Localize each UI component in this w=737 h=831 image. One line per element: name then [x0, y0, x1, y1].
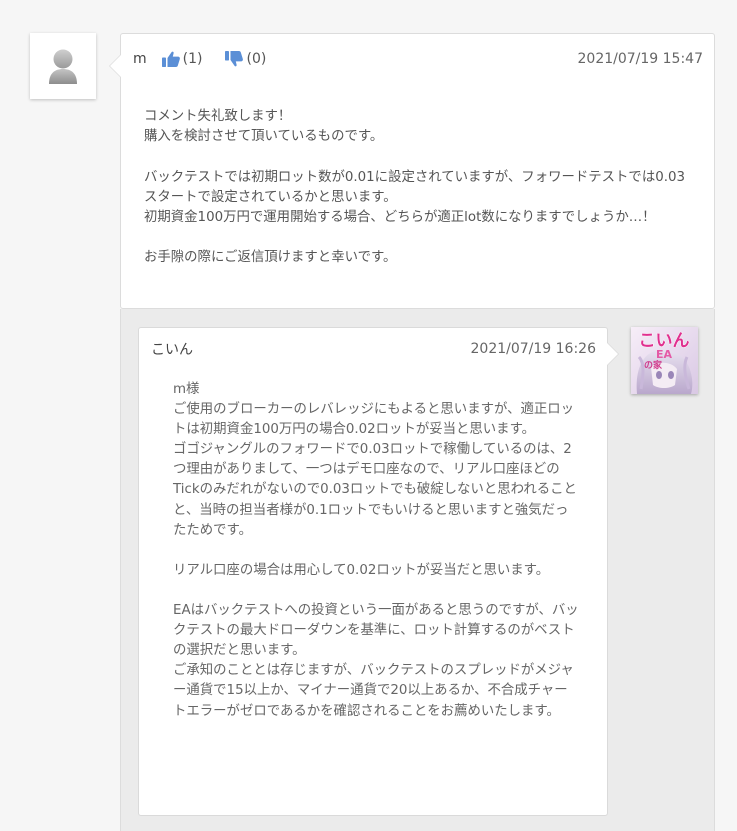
comment-paragraph: お手隙の際にご返信頂けますと幸いです。 — [144, 250, 397, 266]
reply-timestamp: 2021/07/19 16:26 — [470, 341, 597, 357]
dislike-button[interactable]: (0) — [224, 50, 266, 68]
comment-card: m (1) (0) 2021/07/19 15:47 コメント失礼致します！ 購… — [109, 33, 715, 309]
comment-body: コメント失礼致します！ 購入を検討させて頂いているものです。 バックテストでは初… — [144, 107, 696, 269]
reply-body: m様 ご使用のブローカーのレバレッジにもよると思いますが、適正ロットは初期資金1… — [173, 380, 581, 722]
reply-paragraph: EAはバックテストへの投資という一面があると思うのですが、バックテストの最大ドロ… — [173, 603, 579, 719]
reply-author: こいん — [151, 342, 193, 358]
svg-text:EA: EA — [656, 348, 673, 361]
reply-card: こいん 2021/07/19 16:26 m様 ご使用のブローカーのレバレッジに… — [138, 327, 619, 816]
comment-header: m (1) (0) 2021/07/19 15:47 — [133, 48, 703, 70]
like-button[interactable]: (1) — [161, 50, 203, 68]
seller-logo-image: こいん EA の家 — [631, 327, 698, 394]
comment-thread: m (1) (0) 2021/07/19 15:47 コメント失礼致します！ 購… — [0, 0, 737, 831]
reply-paragraph: リアル口座の場合は用心して0.02ロットが妥当だと思います。 — [173, 562, 550, 578]
thumbs-down-icon — [225, 51, 244, 67]
seller-avatar: こいん EA の家 — [631, 327, 698, 394]
comment-timestamp: 2021/07/19 15:47 — [577, 51, 704, 67]
comment-author: m — [133, 51, 147, 67]
reply-paragraph: m様 ご使用のブローカーのレバレッジにもよると思いますが、適正ロットは初期資金1… — [173, 382, 577, 538]
commenter-avatar — [30, 33, 96, 99]
svg-text:の家: の家 — [644, 359, 663, 371]
reply-header: こいん 2021/07/19 16:26 — [151, 339, 596, 359]
comment-paragraph: バックテストでは初期ロット数が0.01に設定されていますが、フォワードテストでは… — [144, 169, 686, 225]
like-count: (1) — [182, 51, 203, 67]
dislike-count: (0) — [246, 51, 267, 67]
thumbs-up-icon — [161, 51, 180, 67]
person-silhouette-icon — [49, 49, 77, 84]
comment-paragraph: コメント失礼致します！ 購入を検討させて頂いているものです。 — [144, 109, 384, 145]
